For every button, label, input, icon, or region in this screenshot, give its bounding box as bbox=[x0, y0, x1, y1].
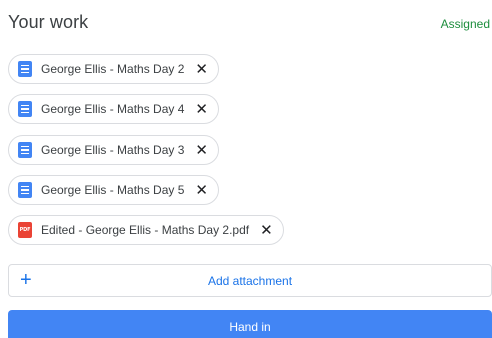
hand-in-button[interactable]: Hand in bbox=[8, 310, 492, 338]
google-docs-icon bbox=[18, 61, 32, 77]
add-attachment-label: Add attachment bbox=[207, 274, 293, 288]
attachment-name: Edited - George Ellis - Maths Day 2.pdf bbox=[41, 223, 250, 237]
remove-attachment-icon[interactable]: ✕ bbox=[195, 183, 208, 198]
remove-attachment-icon[interactable]: ✕ bbox=[260, 223, 273, 238]
pdf-icon-text: PDF bbox=[19, 227, 31, 233]
attachment-name: George Ellis - Maths Day 5 bbox=[41, 183, 185, 197]
status-badge: Assigned bbox=[440, 17, 490, 31]
attachment-chip[interactable]: George Ellis - Maths Day 2 ✕ bbox=[8, 54, 219, 84]
remove-attachment-icon[interactable]: ✕ bbox=[195, 102, 208, 117]
attachment-name: George Ellis - Maths Day 2 bbox=[41, 62, 185, 76]
attachment-name: George Ellis - Maths Day 4 bbox=[41, 102, 185, 116]
attachment-name: George Ellis - Maths Day 3 bbox=[41, 143, 185, 157]
page-title: Your work bbox=[8, 12, 89, 32]
add-attachment-button[interactable]: + Add attachment bbox=[8, 264, 492, 297]
remove-attachment-icon[interactable]: ✕ bbox=[195, 62, 208, 77]
attachment-chip[interactable]: George Ellis - Maths Day 5 ✕ bbox=[8, 175, 219, 205]
attachment-chip[interactable]: George Ellis - Maths Day 4 ✕ bbox=[8, 94, 219, 124]
attachment-chip[interactable]: PDF Edited - George Ellis - Maths Day 2.… bbox=[8, 215, 284, 245]
google-docs-icon bbox=[18, 182, 32, 198]
google-docs-icon bbox=[18, 142, 32, 158]
remove-attachment-icon[interactable]: ✕ bbox=[195, 143, 208, 158]
pdf-icon: PDF bbox=[18, 222, 32, 238]
attachment-chip[interactable]: George Ellis - Maths Day 3 ✕ bbox=[8, 135, 219, 165]
your-work-header: Your work Assigned bbox=[8, 10, 492, 36]
google-docs-icon bbox=[18, 101, 32, 117]
